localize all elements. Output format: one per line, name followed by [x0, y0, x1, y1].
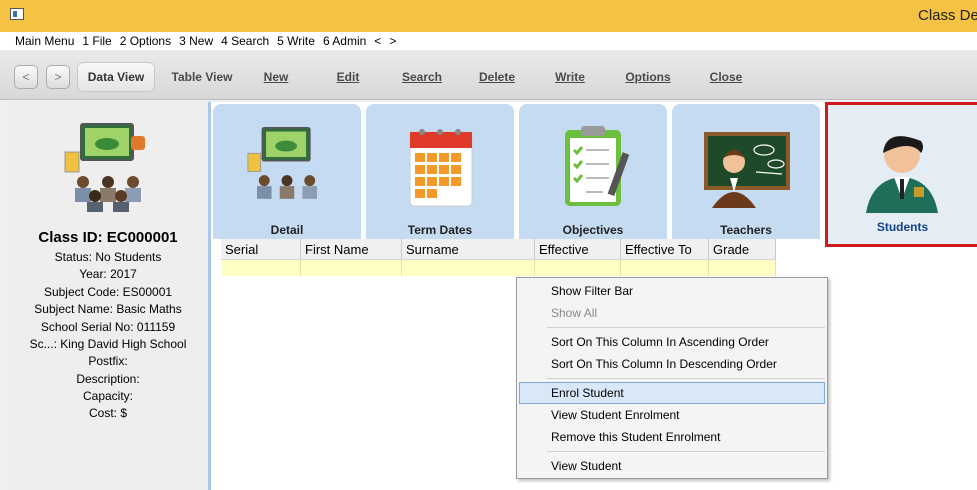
back-button[interactable]: <	[14, 65, 38, 89]
tab-objectives-label: Objectives	[562, 223, 624, 237]
subject-name: Subject Name: Basic Maths	[34, 302, 182, 316]
grid-header: Serial First Name Surname Effective Effe…	[221, 239, 776, 260]
menu-separator	[547, 327, 825, 328]
filter-cell[interactable]	[535, 260, 621, 276]
menu-scroll-left[interactable]: <	[374, 34, 381, 48]
class-id: Class ID: EC000001	[38, 229, 178, 246]
calendar-icon	[409, 129, 473, 207]
data-view-button[interactable]: Data View	[77, 62, 155, 92]
forward-button[interactable]: >	[46, 65, 70, 89]
postfix: Postfix:	[88, 354, 128, 368]
new-button[interactable]: New	[246, 62, 306, 92]
clipboard-icon	[565, 126, 630, 206]
menu-bar: Main Menu 1 File 2 Options 3 New 4 Searc…	[0, 32, 977, 50]
class-year: Year: 2017	[79, 267, 137, 281]
capacity: Capacity:	[82, 389, 134, 403]
edit-button[interactable]: Edit	[318, 62, 378, 92]
menu-options[interactable]: 2 Options	[120, 34, 171, 48]
toolbar: < > Data View Table View New Edit Search…	[0, 50, 977, 100]
column-effective[interactable]: Effective	[535, 239, 621, 259]
options-button[interactable]: Options	[617, 62, 679, 92]
column-first-name[interactable]: First Name	[301, 239, 402, 259]
window-title: Class Det	[918, 7, 977, 24]
tab-teachers-label: Teachers	[720, 223, 772, 237]
teacher-icon	[704, 132, 790, 208]
menu-remove-student-enrolment[interactable]: Remove this Student Enrolment	[519, 426, 825, 448]
search-button[interactable]: Search	[392, 62, 452, 92]
title-bar: Class Det	[0, 0, 977, 32]
menu-file[interactable]: 1 File	[82, 34, 111, 48]
tab-term-dates-label: Term Dates	[407, 223, 473, 237]
filter-cell[interactable]	[221, 260, 301, 276]
classroom-icon	[64, 123, 145, 212]
tab-detail[interactable]: Detail	[213, 104, 361, 239]
menu-admin[interactable]: 6 Admin	[323, 34, 366, 48]
menu-show-all: Show All	[551, 306, 598, 320]
column-surname[interactable]: Surname	[402, 239, 535, 259]
tab-detail-label: Detail	[270, 223, 304, 237]
table-view-button[interactable]: Table View	[163, 62, 241, 92]
school-serial: School Serial No: 011159	[40, 320, 176, 334]
tab-strip: Detail Term Dates Objectives Teachers St…	[211, 102, 977, 247]
student-icon	[866, 136, 938, 213]
cost: Cost: $	[88, 406, 127, 420]
menu-separator	[547, 378, 825, 379]
menu-new[interactable]: 3 New	[179, 34, 213, 48]
filter-cell[interactable]	[621, 260, 709, 276]
filter-cell[interactable]	[709, 260, 776, 276]
column-effective-to[interactable]: Effective To	[621, 239, 709, 259]
menu-view-student-enrolment[interactable]: View Student Enrolment	[519, 404, 825, 426]
filter-row[interactable]	[221, 260, 776, 276]
subject-code: Subject Code: ES00001	[43, 285, 173, 299]
column-grade[interactable]: Grade	[709, 239, 776, 259]
menu-separator	[547, 451, 825, 452]
menu-scroll-right[interactable]: >	[389, 34, 396, 48]
class-summary-panel: Class ID: EC000001 Status: No Students Y…	[8, 102, 208, 490]
menu-show-filter-bar[interactable]: Show Filter Bar	[519, 280, 825, 302]
students-grid: Serial First Name Surname Effective Effe…	[221, 239, 776, 276]
menu-sort-descending[interactable]: Sort On This Column In Descending Order	[519, 353, 825, 375]
menu-search[interactable]: 4 Search	[221, 34, 269, 48]
menu-write[interactable]: 5 Write	[277, 34, 315, 48]
app-icon[interactable]	[10, 8, 24, 20]
tab-teachers[interactable]: Teachers	[672, 104, 820, 239]
tab-objectives[interactable]: Objectives	[519, 104, 667, 239]
class-status: Status: No Students	[54, 250, 162, 264]
classroom-icon	[247, 127, 317, 199]
tab-students[interactable]: Students	[825, 102, 977, 247]
close-button[interactable]: Close	[696, 62, 756, 92]
tab-term-dates[interactable]: Term Dates	[366, 104, 514, 239]
write-button[interactable]: Write	[540, 62, 600, 92]
menu-view-student[interactable]: View Student	[519, 455, 825, 477]
menu-sort-ascending[interactable]: Sort On This Column In Ascending Order	[519, 331, 825, 353]
context-menu: Show Filter Bar Show All Sort On This Co…	[516, 277, 828, 479]
menu-enrol-student[interactable]: Enrol Student	[519, 382, 825, 404]
column-serial[interactable]: Serial	[221, 239, 301, 259]
filter-cell[interactable]	[301, 260, 402, 276]
delete-button[interactable]: Delete	[467, 62, 527, 92]
filter-cell[interactable]	[402, 260, 535, 276]
school-name: Sc...: King David High School	[29, 337, 187, 351]
menu-main[interactable]: Main Menu	[15, 34, 74, 48]
description: Description:	[76, 372, 140, 386]
tab-students-label: Students	[876, 220, 929, 234]
